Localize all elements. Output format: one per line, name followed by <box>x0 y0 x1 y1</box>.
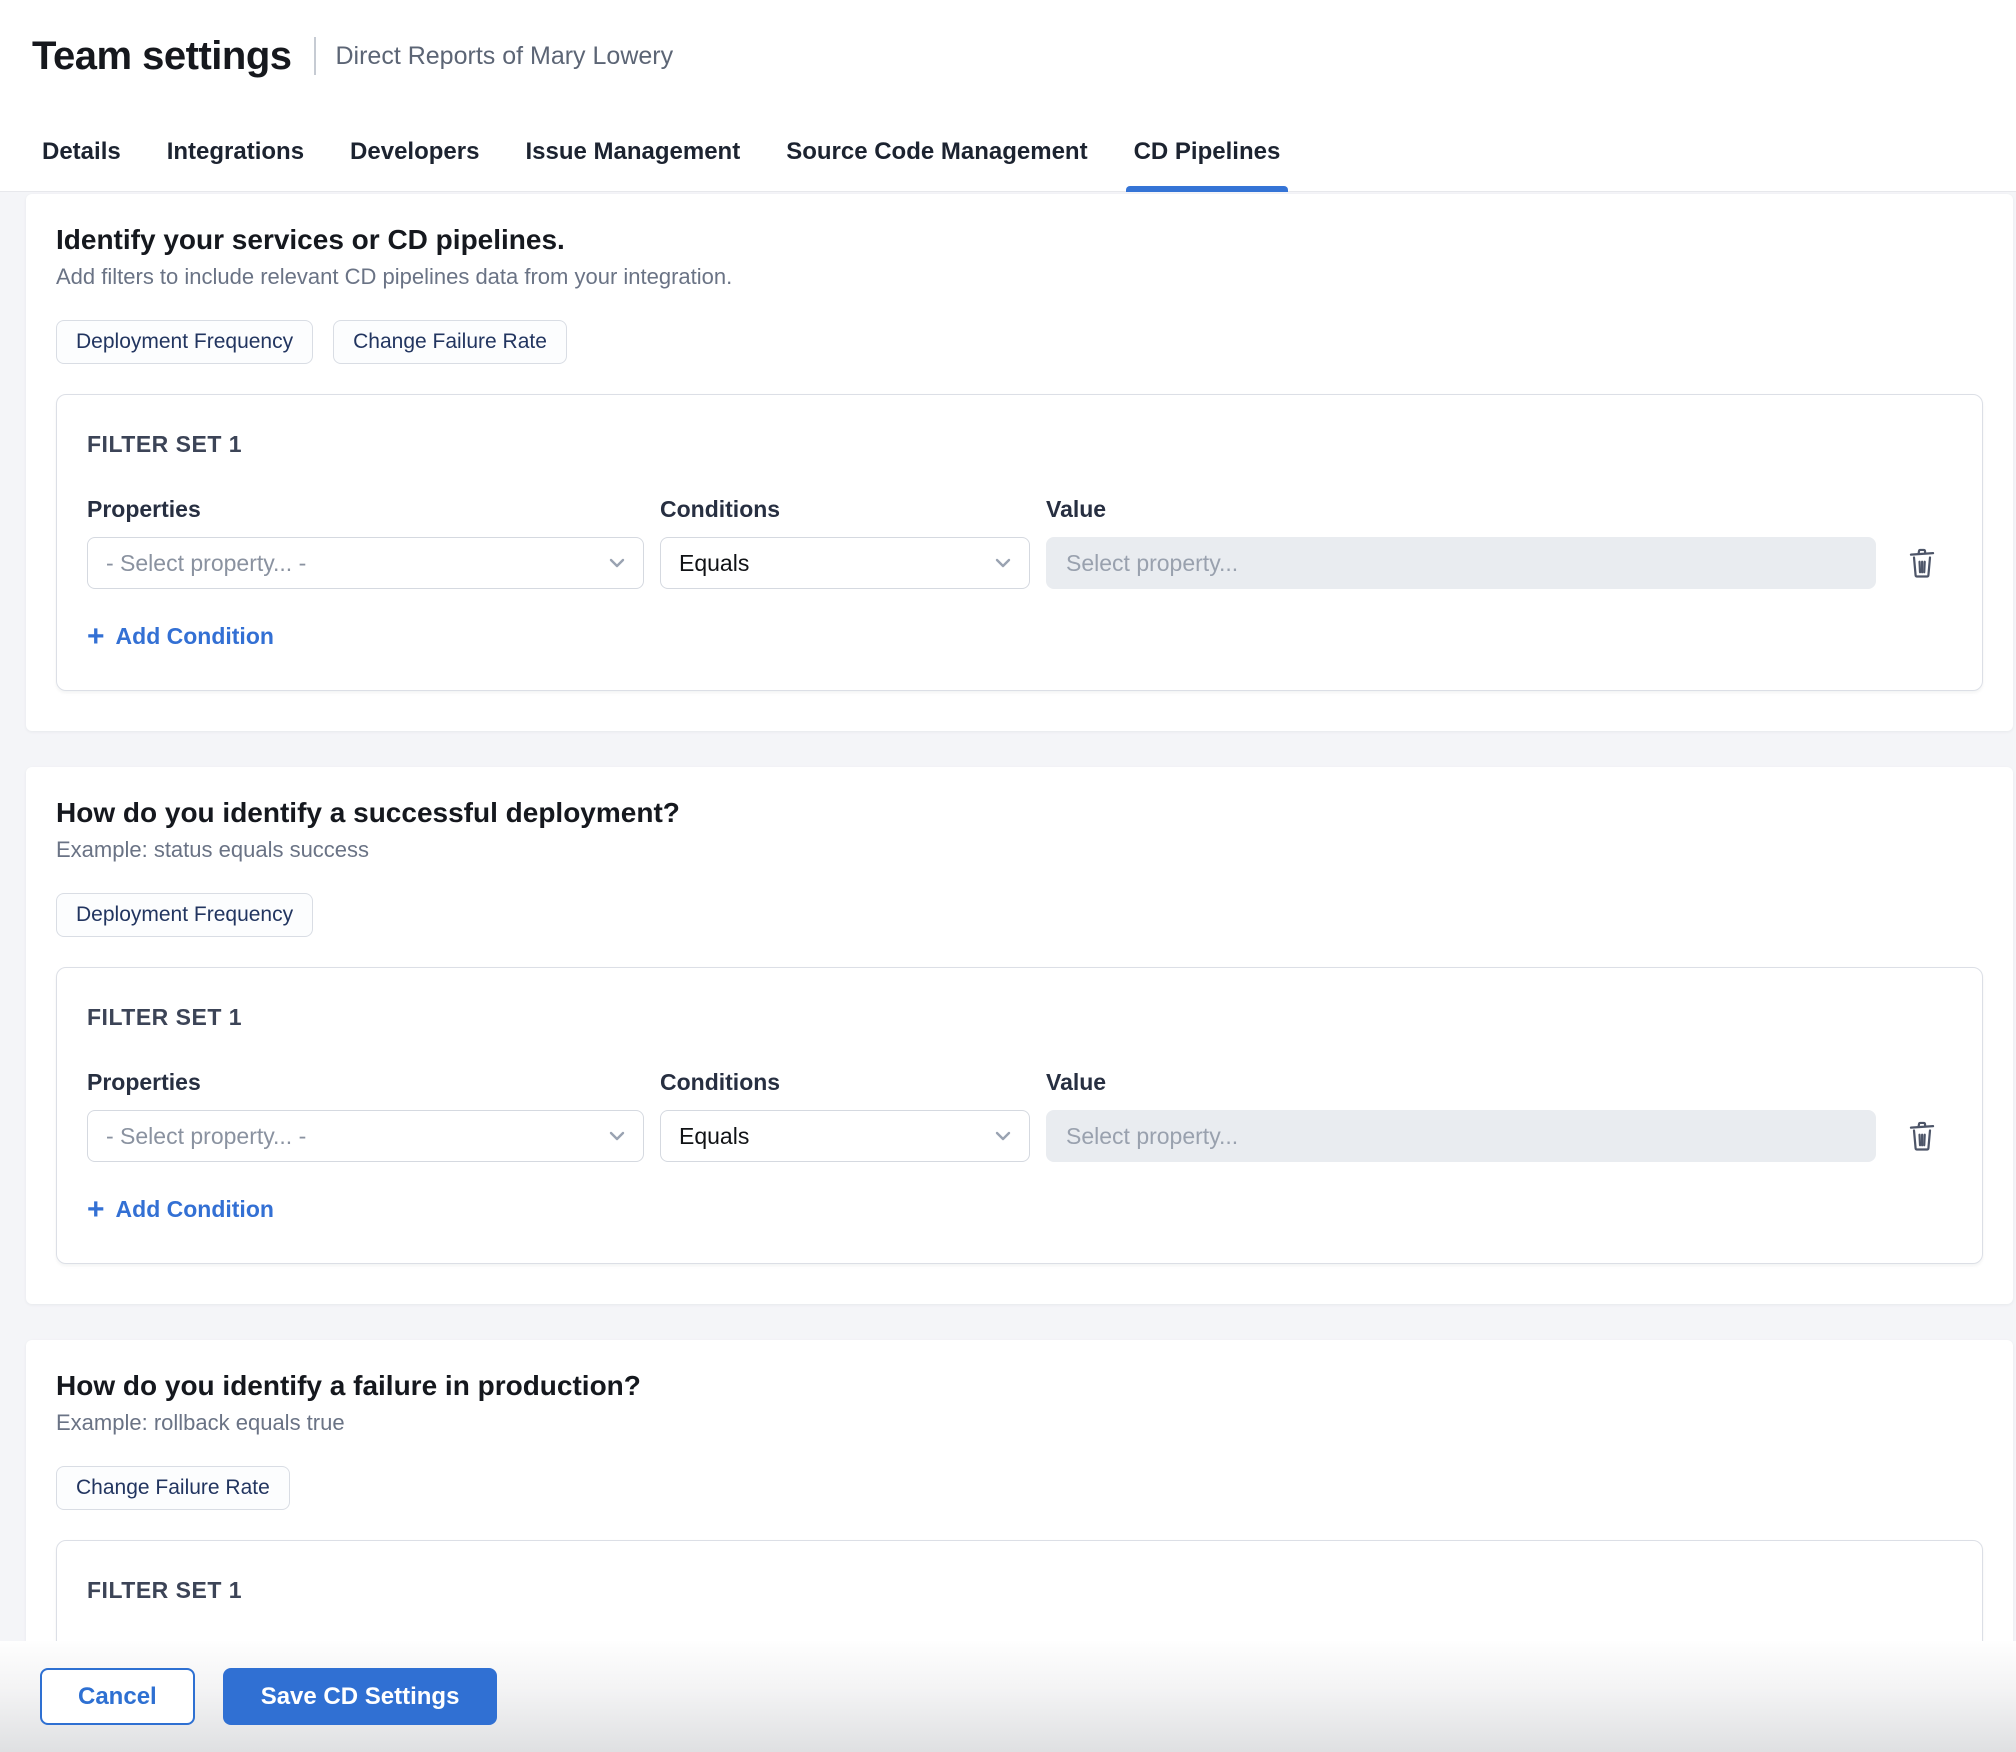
section-subtitle: Example: rollback equals true <box>56 1410 1983 1436</box>
save-cd-settings-button[interactable]: Save CD Settings <box>223 1668 498 1725</box>
plus-icon: + <box>87 623 105 650</box>
conditions-label: Conditions <box>660 1069 1030 1096</box>
filter-condition-row: - Select property... - Equals <box>87 537 1952 589</box>
condition-select-value: Equals <box>679 1123 749 1150</box>
condition-select[interactable]: Equals <box>660 1110 1030 1162</box>
chevron-down-icon <box>605 1124 629 1148</box>
metric-pills: Deployment Frequency Change Failure Rate <box>56 320 1983 364</box>
metric-pill[interactable]: Change Failure Rate <box>333 320 567 364</box>
tab-developers[interactable]: Developers <box>350 112 479 191</box>
value-label: Value <box>1046 496 1876 523</box>
metric-pill[interactable]: Deployment Frequency <box>56 893 313 937</box>
section-subtitle: Example: status equals success <box>56 837 1983 863</box>
filter-condition-row: - Select property... - Equals <box>87 1110 1952 1162</box>
condition-select[interactable]: Equals <box>660 537 1030 589</box>
settings-section: How do you identify a failure in product… <box>26 1340 2013 1641</box>
section-title: How do you identify a successful deploym… <box>56 797 1983 829</box>
team-name: Direct Reports of Mary Lowery <box>336 42 674 71</box>
trash-icon <box>1907 1120 1937 1152</box>
tab-bar: Details Integrations Developers Issue Manag… <box>0 112 2016 192</box>
properties-label: Properties <box>87 1069 644 1096</box>
page-header: Team settings Direct Reports of Mary Low… <box>0 0 2016 112</box>
tab-source-code-management[interactable]: Source Code Management <box>786 112 1087 191</box>
filter-set-title: FILTER SET 1 <box>87 1004 1952 1031</box>
metric-pill[interactable]: Deployment Frequency <box>56 320 313 364</box>
property-select-placeholder: - Select property... - <box>106 550 306 577</box>
filter-set-title: FILTER SET 1 <box>87 431 1952 458</box>
properties-label: Properties <box>87 496 644 523</box>
metric-pill[interactable]: Change Failure Rate <box>56 1466 290 1510</box>
property-select-placeholder: - Select property... - <box>106 1123 306 1150</box>
filter-column-labels: Properties Conditions Value <box>87 1069 1952 1096</box>
value-label: Value <box>1046 1069 1876 1096</box>
chevron-down-icon <box>991 551 1015 575</box>
add-condition-label: Add Condition <box>116 1196 274 1223</box>
metric-pills: Change Failure Rate <box>56 1466 1983 1510</box>
delete-filter-button[interactable] <box>1903 543 1941 583</box>
add-condition-label: Add Condition <box>116 623 274 650</box>
chevron-down-icon <box>991 1124 1015 1148</box>
tab-issue-management[interactable]: Issue Management <box>525 112 740 191</box>
main-content: Identify your services or CD pipelines. … <box>0 192 2016 1641</box>
condition-select-value: Equals <box>679 550 749 577</box>
filter-set-card: FILTER SET 1 Properties Conditions Value… <box>56 1540 1983 1641</box>
section-subtitle: Add filters to include relevant CD pipel… <box>56 264 1983 290</box>
add-condition-button[interactable]: + Add Condition <box>87 623 274 650</box>
tab-integrations[interactable]: Integrations <box>167 112 304 191</box>
section-title: Identify your services or CD pipelines. <box>56 224 1983 256</box>
tab-details[interactable]: Details <box>42 112 121 191</box>
section-title: How do you identify a failure in product… <box>56 1370 1983 1402</box>
property-select[interactable]: - Select property... - <box>87 1110 644 1162</box>
metric-pills: Deployment Frequency <box>56 893 1983 937</box>
filter-set-title: FILTER SET 1 <box>87 1577 1952 1604</box>
delete-filter-button[interactable] <box>1903 1116 1941 1156</box>
property-select[interactable]: - Select property... - <box>87 537 644 589</box>
value-input[interactable] <box>1046 537 1876 589</box>
plus-icon: + <box>87 1196 105 1223</box>
filter-column-labels: Properties Conditions Value <box>87 496 1952 523</box>
add-condition-button[interactable]: + Add Condition <box>87 1196 274 1223</box>
cancel-button[interactable]: Cancel <box>40 1668 195 1725</box>
value-input[interactable] <box>1046 1110 1876 1162</box>
settings-section: Identify your services or CD pipelines. … <box>26 194 2013 731</box>
conditions-label: Conditions <box>660 496 1030 523</box>
tab-cd-pipelines[interactable]: CD Pipelines <box>1134 112 1281 191</box>
trash-icon <box>1907 547 1937 579</box>
filter-set-card: FILTER SET 1 Properties Conditions Value… <box>56 967 1983 1264</box>
settings-section: How do you identify a successful deploym… <box>26 767 2013 1304</box>
header-divider <box>314 37 316 75</box>
page-title: Team settings <box>32 34 292 79</box>
chevron-down-icon <box>605 551 629 575</box>
filter-set-card: FILTER SET 1 Properties Conditions Value… <box>56 394 1983 691</box>
footer-action-bar: Cancel Save CD Settings <box>0 1641 2016 1752</box>
